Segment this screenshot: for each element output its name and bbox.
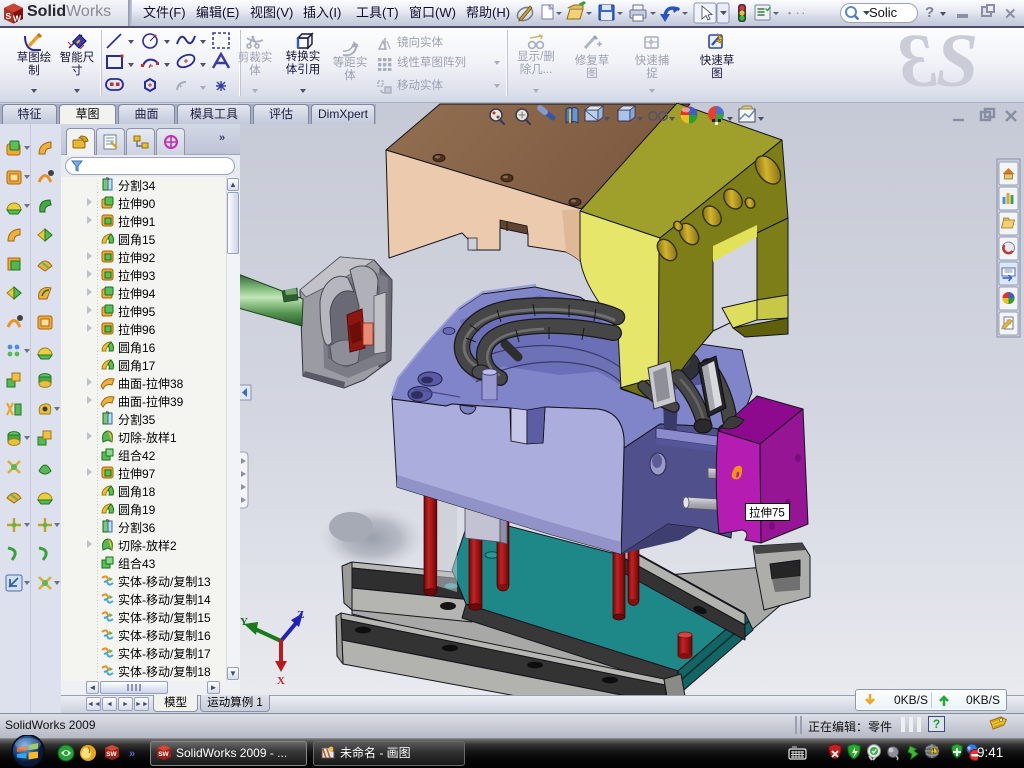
svg-text:Z: Z xyxy=(297,609,304,621)
svg-text:X: X xyxy=(277,675,285,687)
svg-text:・‥: ・‥ xyxy=(784,8,806,20)
svg-text:SW: SW xyxy=(158,751,169,758)
svg-text:W: W xyxy=(13,14,22,24)
svg-text:Y: Y xyxy=(240,616,248,628)
svg-text:!: ! xyxy=(933,749,935,755)
svg-text:»: » xyxy=(129,748,135,760)
svg-text:SW: SW xyxy=(106,751,117,758)
svg-text:S: S xyxy=(6,11,12,21)
svg-text:拉伸75: 拉伸75 xyxy=(749,506,785,520)
